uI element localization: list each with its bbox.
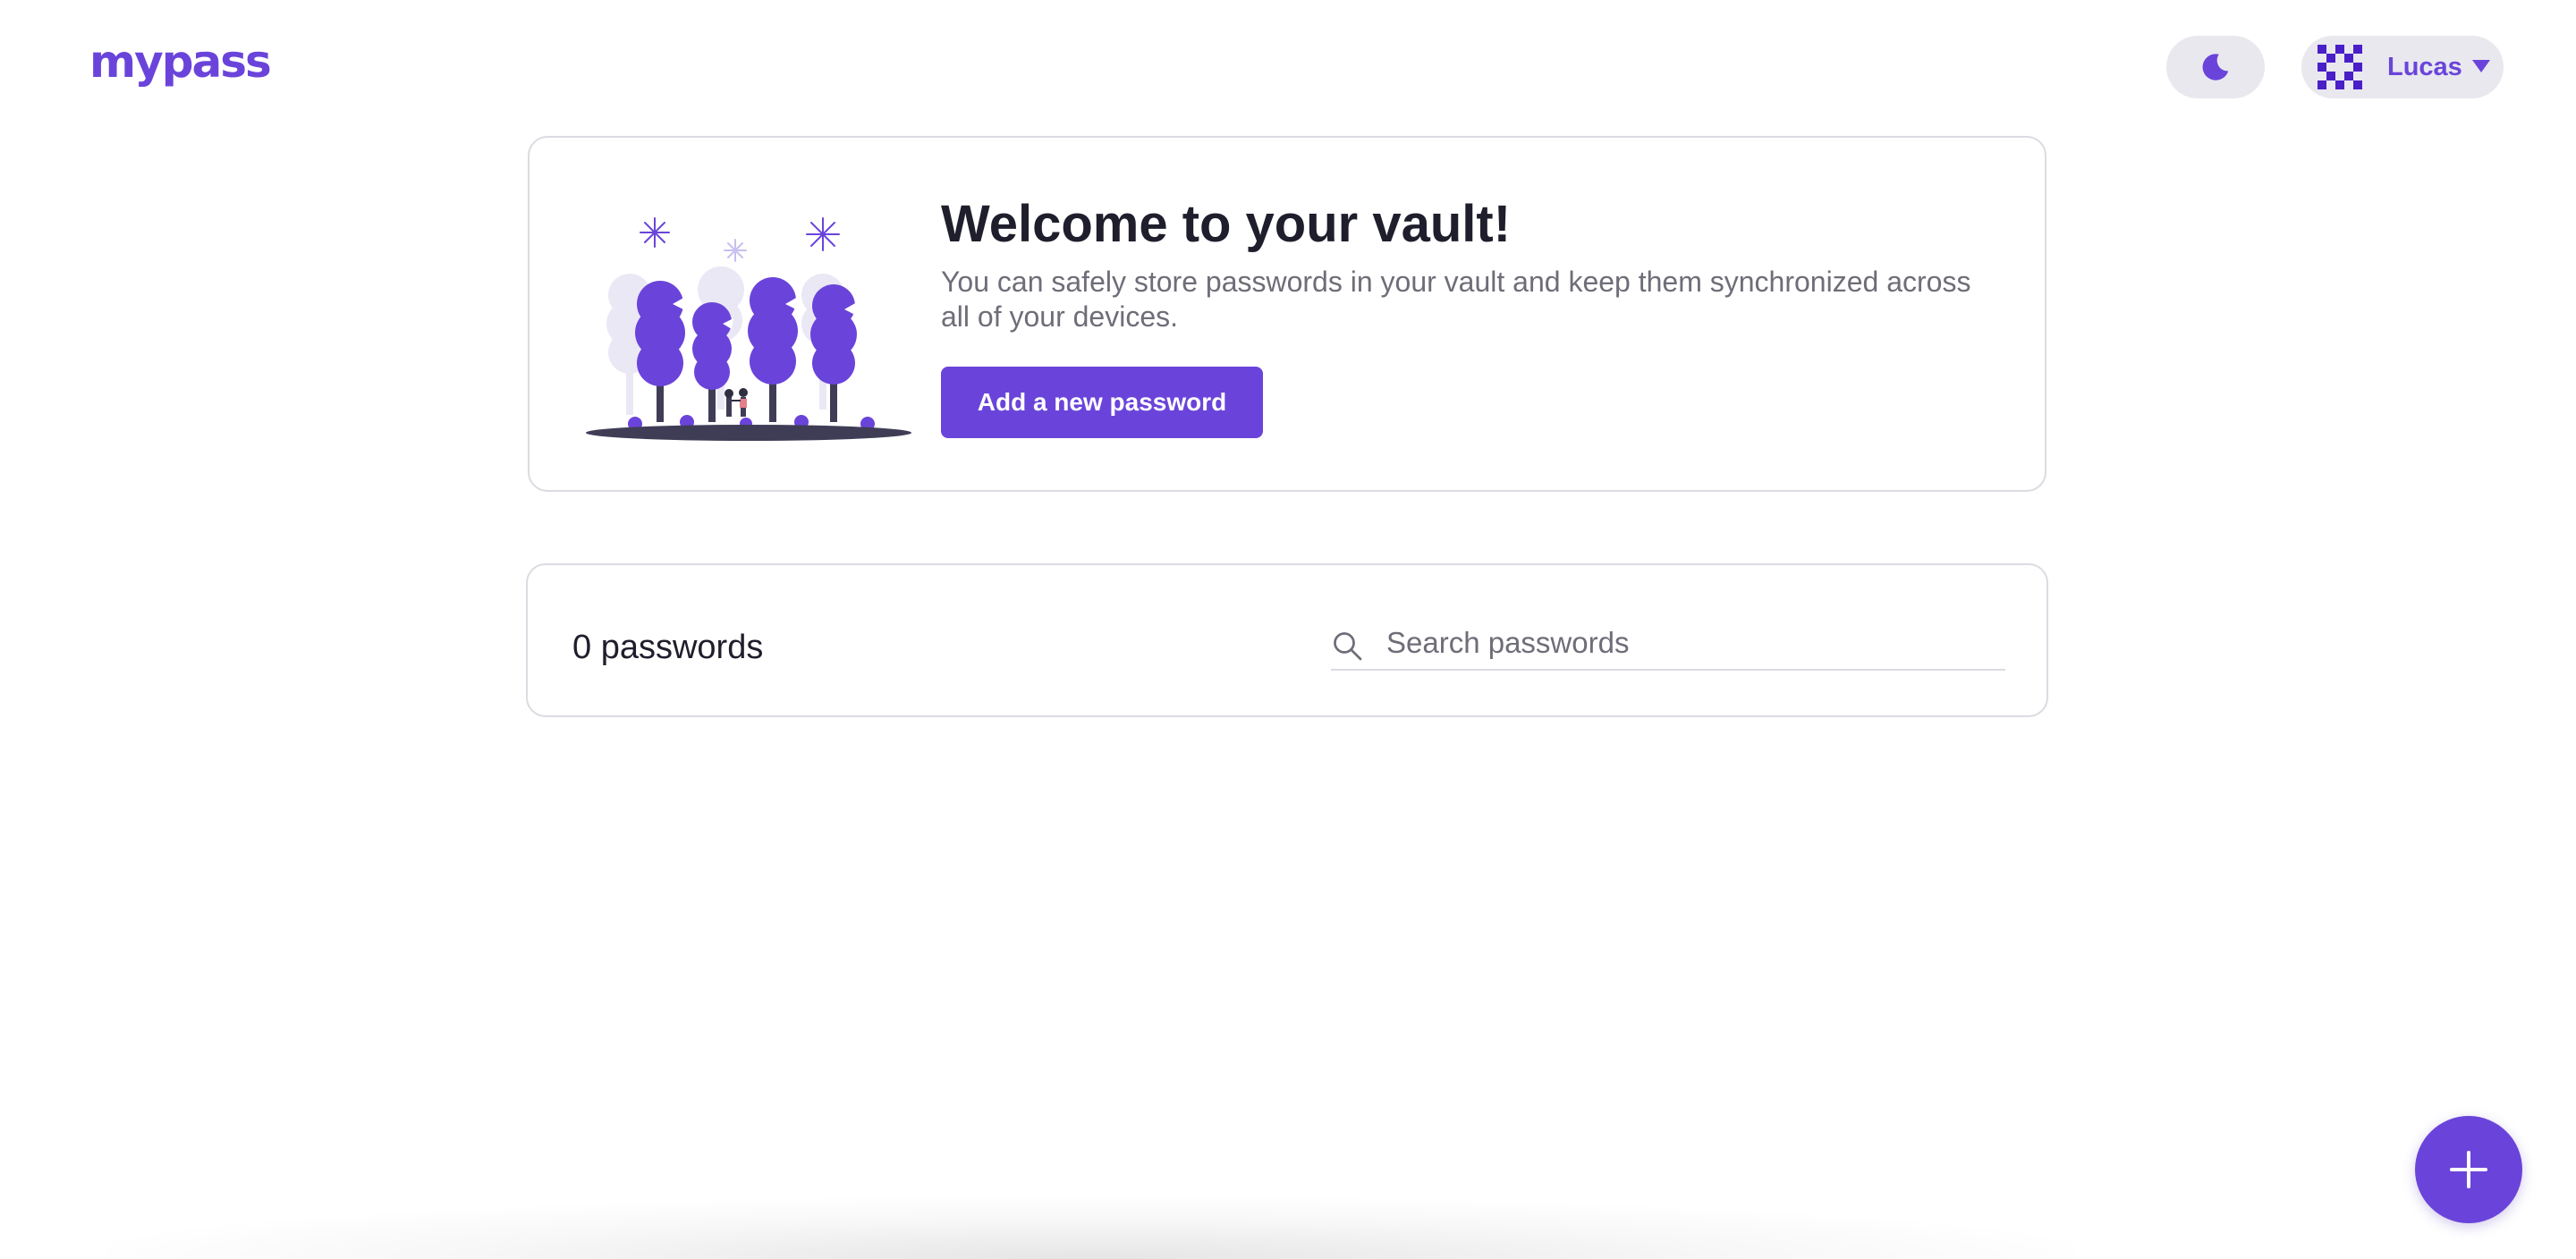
caret-down-icon [2472, 60, 2490, 72]
search-icon [1334, 632, 1362, 661]
pixel-avatar-icon [2318, 45, 2362, 89]
passwords-card: 0 passwords [526, 563, 2048, 717]
welcome-title: Welcome to your vault! [941, 195, 1512, 253]
user-name: Lucas [2387, 52, 2462, 81]
theme-toggle-button[interactable] [2166, 36, 2265, 98]
search-field[interactable] [1331, 619, 2005, 671]
welcome-card: Welcome to your vault! You can safely st… [528, 136, 2046, 492]
firework-middle [724, 239, 747, 262]
add-fab-button[interactable] [2415, 1116, 2522, 1223]
search-input[interactable] [1386, 619, 1995, 667]
firework-left [640, 217, 670, 248]
add-password-button[interactable]: Add a new password [941, 367, 1263, 438]
welcome-description: You can safely store passwords in your v… [941, 266, 1971, 333]
plus-icon [2450, 1151, 2487, 1188]
bottom-fade [107, 1198, 2075, 1259]
welcome-text: Welcome to your vault! You can safely st… [941, 191, 1996, 334]
moon-icon [2202, 54, 2229, 80]
celebration-trees-illustration [586, 217, 911, 441]
firework-right [806, 217, 840, 251]
password-count: 0 passwords [572, 629, 764, 666]
app-logo[interactable]: mypass [89, 32, 272, 91]
vault-page: mypass Lucas Welcome to your vault! You … [0, 0, 2576, 1259]
user-menu[interactable]: Lucas [2301, 36, 2504, 98]
